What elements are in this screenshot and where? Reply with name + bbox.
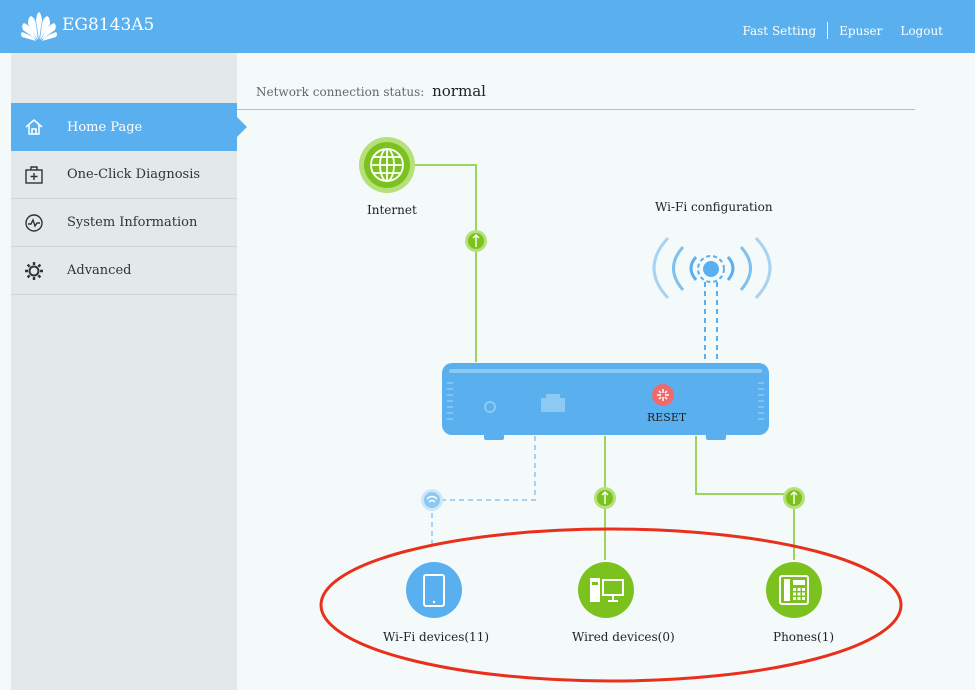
wifi-link-badge-icon xyxy=(421,489,443,511)
internet-label: Internet xyxy=(367,203,417,217)
network-topology-diagram xyxy=(319,137,903,683)
phones-label[interactable]: Phones(1) xyxy=(773,630,834,644)
wired-devices-icon[interactable] xyxy=(578,562,634,618)
phone-link-badge-icon xyxy=(783,487,805,509)
reset-button-icon[interactable] xyxy=(652,384,674,406)
router-device-icon xyxy=(442,363,769,440)
wifi-devices-label[interactable]: Wi-Fi devices(11) xyxy=(383,630,489,644)
wifi-configuration-label[interactable]: Wi-Fi configuration xyxy=(655,200,773,214)
wired-devices-label[interactable]: Wired devices(0) xyxy=(572,630,675,644)
wifi-devices-icon[interactable] xyxy=(406,562,462,618)
phones-icon[interactable] xyxy=(766,562,822,618)
wired-link-badge-icon xyxy=(594,487,616,509)
wifi-configuration-icon[interactable] xyxy=(652,236,772,300)
internet-link-badge-icon xyxy=(465,230,487,252)
reset-label[interactable]: RESET xyxy=(647,411,686,424)
internet-globe-icon[interactable] xyxy=(359,137,415,193)
